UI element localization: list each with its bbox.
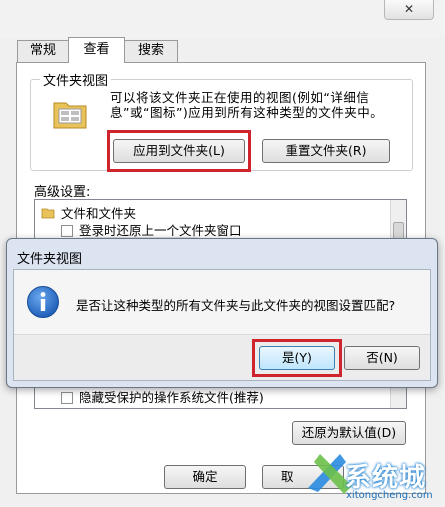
reset-folders-button[interactable]: 重置文件夹(R) bbox=[262, 139, 390, 163]
window-titlebar bbox=[0, 0, 445, 38]
folder-views-description: 可以将该文件夹正在使用的视图(例如“详细信息”或“图标”)应用到所有这种类型的文… bbox=[110, 90, 384, 120]
tab-view[interactable]: 查看 bbox=[68, 37, 125, 63]
tab-search[interactable]: 搜索 bbox=[124, 40, 178, 62]
watermark-url: xitongcheng.com bbox=[346, 490, 433, 501]
close-button[interactable]: ✕ bbox=[384, 0, 434, 20]
folder-views-title: 文件夹视图 bbox=[40, 70, 112, 89]
list-item-label: 文件和文件夹 bbox=[61, 206, 137, 221]
list-item-label: 登录时还原上一个文件夹窗口 bbox=[79, 223, 242, 238]
folder-icon bbox=[53, 102, 87, 129]
watermark-brand: 系统城 bbox=[345, 463, 427, 493]
no-button[interactable]: 否(N) bbox=[344, 346, 420, 370]
folder-small-icon bbox=[41, 208, 55, 219]
yes-button[interactable]: 是(Y) bbox=[259, 346, 335, 370]
list-item-label: 隐藏受保护的操作系统文件(推荐) bbox=[79, 390, 264, 405]
tab-general[interactable]: 常规 bbox=[17, 40, 69, 62]
info-icon bbox=[27, 286, 59, 318]
list-item[interactable]: 隐藏受保护的操作系统文件(推荐) bbox=[61, 387, 264, 406]
checkbox[interactable] bbox=[61, 225, 73, 237]
dialog-message: 是否让这种类型的所有文件夹与此文件夹的视图设置匹配? bbox=[76, 298, 396, 313]
apply-to-folders-button[interactable]: 应用到文件夹(L) bbox=[113, 139, 245, 163]
ok-button[interactable]: 确定 bbox=[164, 465, 246, 489]
checkbox[interactable] bbox=[61, 392, 73, 404]
advanced-settings-title: 高级设置: bbox=[34, 185, 91, 200]
dialog-title: 文件夹视图 bbox=[17, 252, 83, 267]
